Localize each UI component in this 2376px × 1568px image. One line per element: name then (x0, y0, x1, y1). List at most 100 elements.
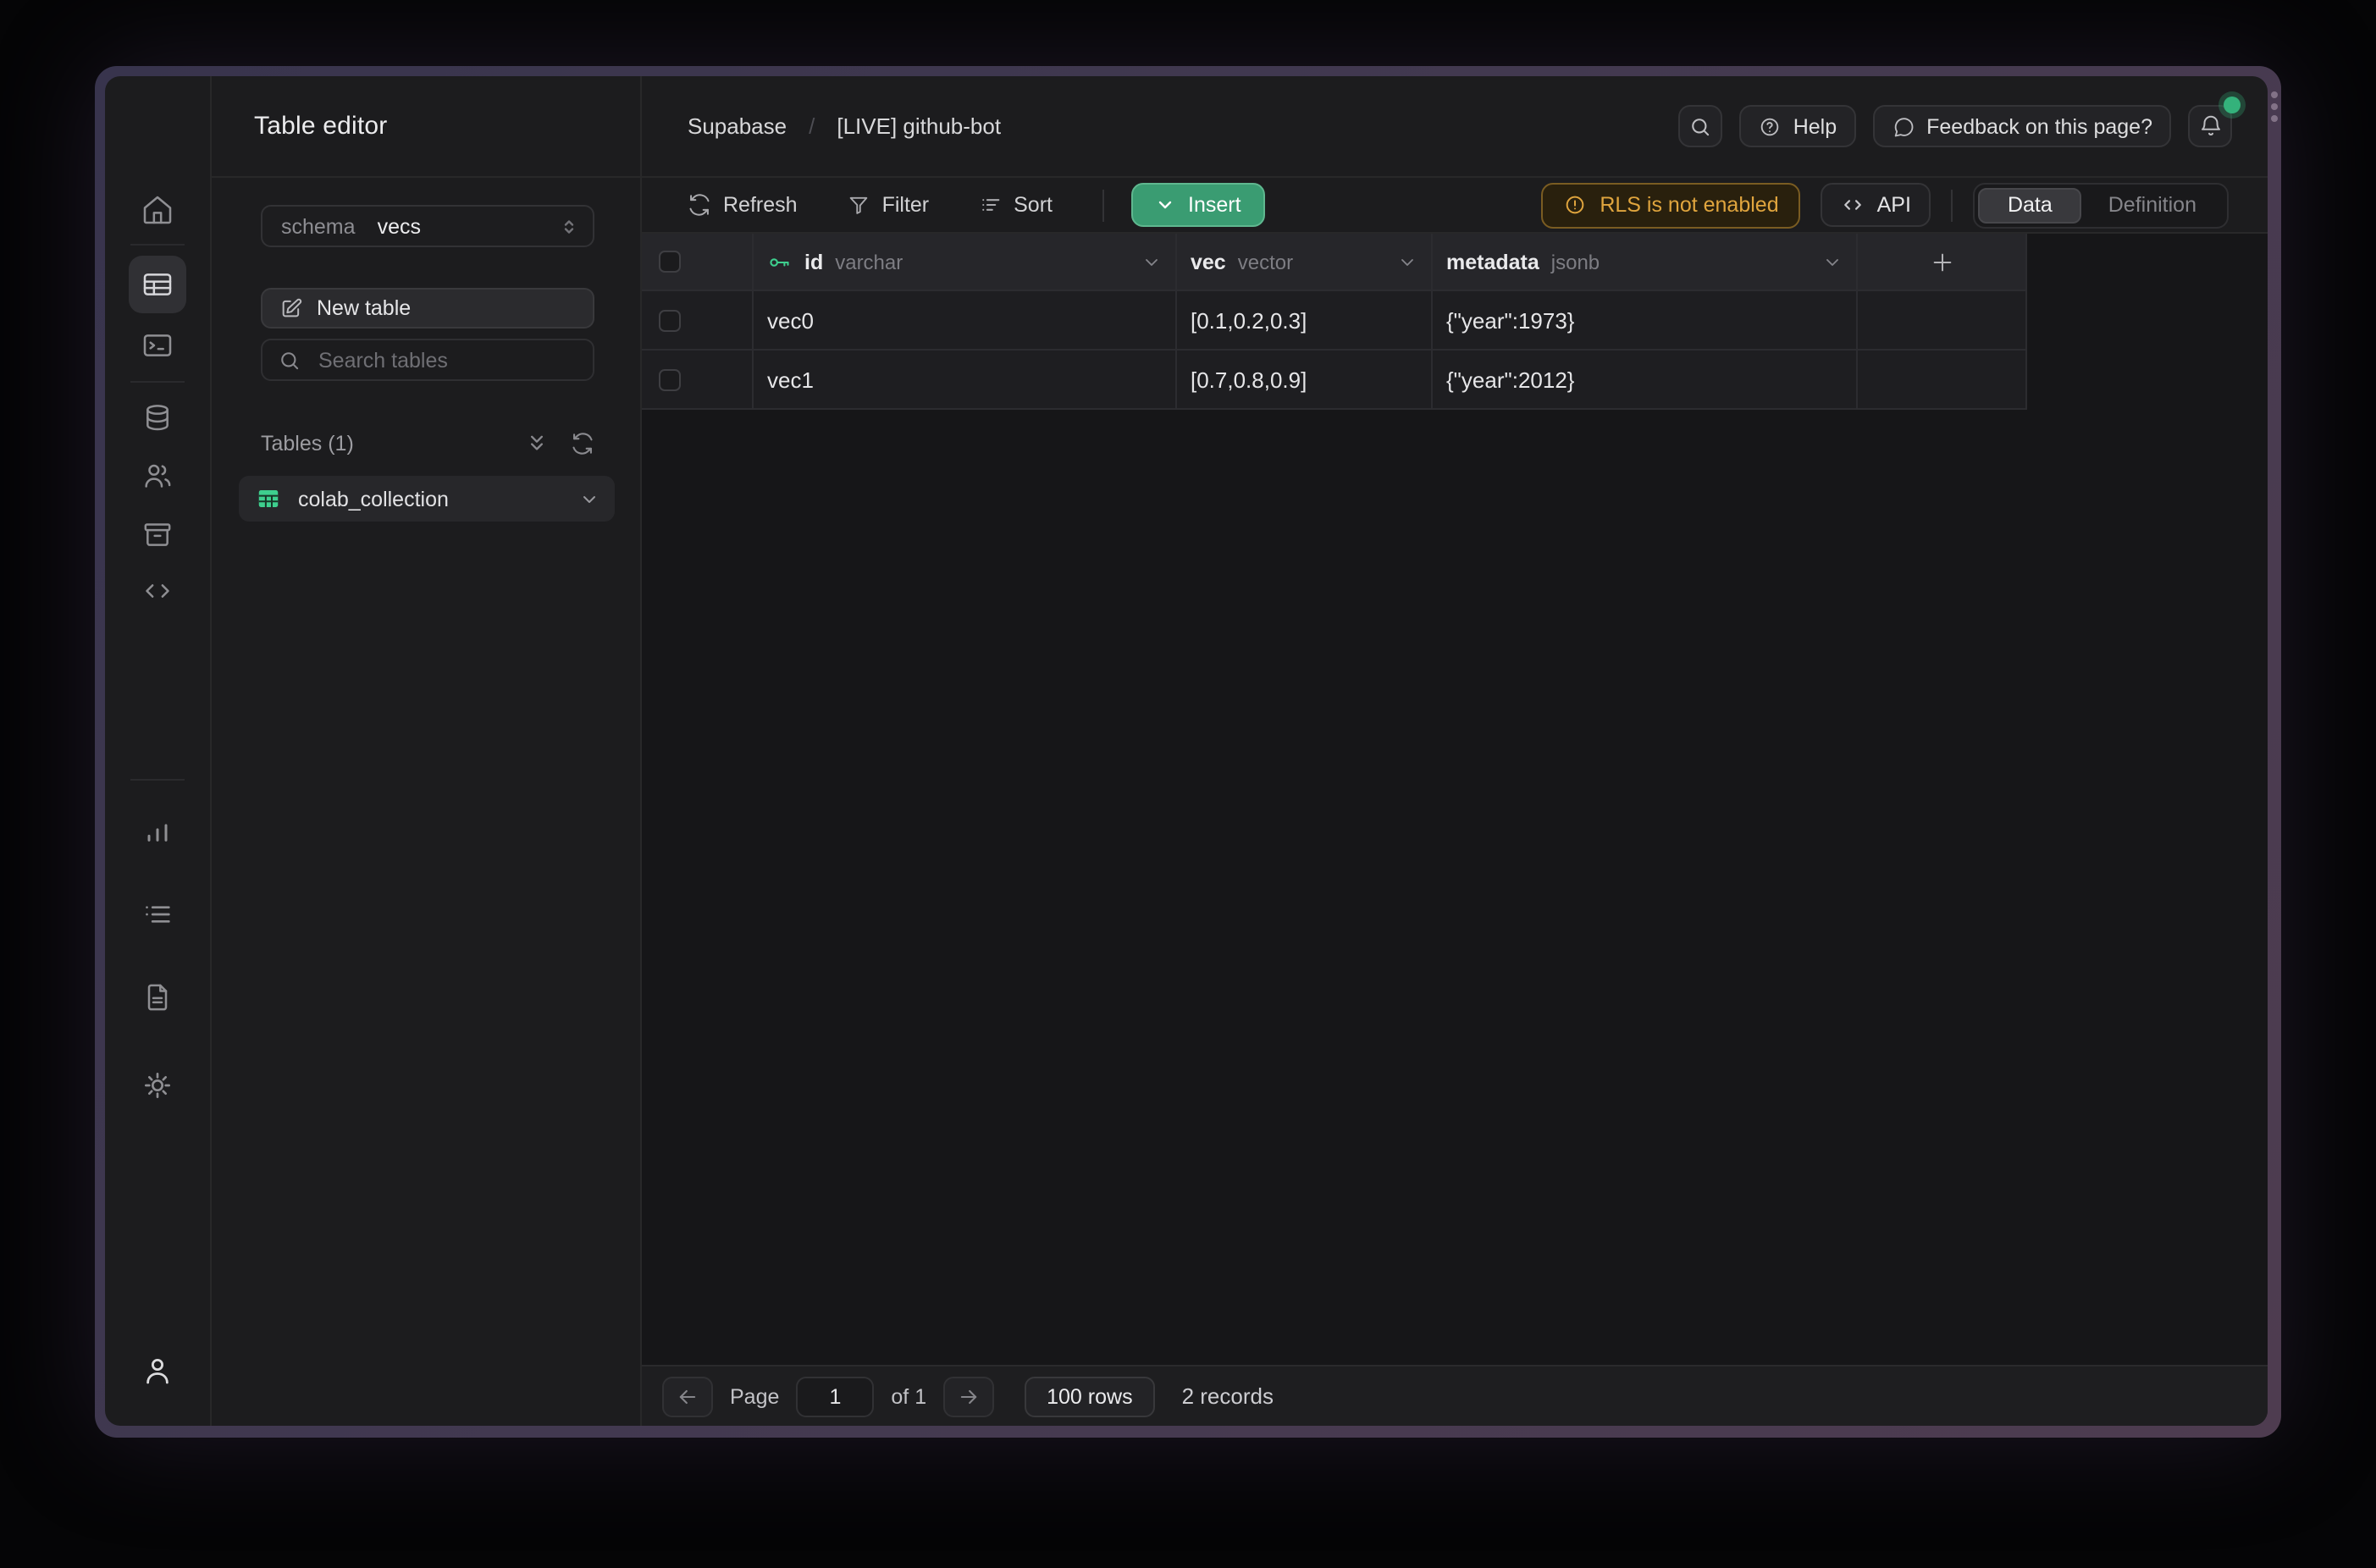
online-status-dot (2224, 97, 2241, 113)
table-row[interactable]: vec0 [0.1,0.2,0.3] {"year":1973} (642, 291, 2027, 351)
refresh-label: Refresh (723, 193, 798, 217)
filter-label: Filter (882, 193, 930, 217)
table-editor-icon[interactable] (129, 256, 186, 313)
refresh-tables-icon[interactable] (571, 432, 594, 455)
cell-vec[interactable]: [0.7,0.8,0.9] (1191, 367, 1307, 392)
new-table-label: New table (317, 296, 411, 320)
sidebar-header: Table editor (212, 76, 640, 178)
insert-button[interactable]: Insert (1130, 183, 1265, 227)
project-settings-icon[interactable] (141, 1068, 174, 1102)
tables-heading: Tables (1) (261, 432, 354, 455)
column-header-vec[interactable]: vec vector (1177, 234, 1433, 291)
reports-icon[interactable] (141, 816, 174, 850)
column-name: vec (1191, 250, 1226, 273)
collapse-all-icon[interactable] (525, 432, 549, 455)
database-icon[interactable] (141, 401, 174, 435)
refresh-button[interactable]: Refresh (688, 193, 798, 217)
main-panel: Supabase / [LIVE] github-bot Help (642, 76, 2268, 1426)
search-tables-field[interactable] (261, 339, 594, 381)
select-all-checkbox[interactable] (659, 251, 681, 273)
page-count-label: of 1 (891, 1384, 926, 1408)
code-icon (1842, 193, 1865, 217)
column-type: varchar (835, 250, 903, 273)
cell-vec[interactable]: [0.1,0.2,0.3] (1191, 307, 1307, 333)
record-count: 2 records (1182, 1383, 1274, 1409)
new-table-button[interactable]: New table (261, 288, 594, 329)
account-avatar-icon[interactable] (140, 1353, 175, 1389)
page-number-input[interactable] (796, 1376, 874, 1416)
schema-selector[interactable]: schema vecs (261, 205, 594, 247)
help-circle-icon (1758, 114, 1782, 138)
add-column-button[interactable] (1858, 234, 2027, 291)
breadcrumb-org[interactable]: Supabase (688, 113, 787, 139)
sort-icon (978, 193, 1002, 217)
rows-per-page-button[interactable]: 100 rows (1025, 1376, 1154, 1416)
feedback-button[interactable]: Feedback on this page? (1872, 105, 2171, 147)
next-page-button[interactable] (943, 1376, 994, 1416)
chevron-down-icon[interactable] (1822, 251, 1843, 272)
sql-editor-icon[interactable] (141, 329, 174, 362)
table-list-item[interactable]: colab_collection (239, 476, 615, 522)
help-button[interactable]: Help (1739, 105, 1855, 147)
notifications-button[interactable] (2188, 105, 2232, 147)
chevron-down-icon[interactable] (1141, 251, 1162, 272)
previous-page-button[interactable] (662, 1376, 713, 1416)
storage-icon[interactable] (141, 518, 174, 552)
plus-icon (1928, 248, 1955, 275)
table-name: colab_collection (298, 487, 449, 511)
cell-metadata[interactable]: {"year":2012} (1446, 367, 1574, 392)
desktop-background: Table editor schema vecs New table (0, 0, 2376, 1568)
tab-data[interactable]: Data (1979, 187, 2081, 223)
pagination-bar: Page of 1 100 rows 2 records (642, 1365, 2268, 1426)
column-header-metadata[interactable]: metadata jsonb (1433, 234, 1858, 291)
column-header-id[interactable]: id varchar (754, 234, 1177, 291)
chevrons-up-down-icon (559, 216, 579, 236)
table-editor-sidebar: Table editor schema vecs New table (212, 76, 642, 1426)
search-icon (278, 348, 301, 372)
arrow-right-icon (957, 1384, 981, 1408)
edit-icon (279, 296, 303, 320)
search-button[interactable] (1678, 105, 1722, 147)
filter-icon (847, 193, 870, 217)
rls-warning-badge[interactable]: RLS is not enabled (1540, 182, 1800, 228)
sort-button[interactable]: Sort (978, 193, 1053, 217)
breadcrumb-project[interactable]: [LIVE] github-bot (837, 113, 1001, 139)
window-handle-dots (2269, 91, 2278, 122)
api-docs-icon[interactable] (141, 980, 174, 1014)
project-header: Supabase / [LIVE] github-bot Help (642, 76, 2268, 178)
logs-icon[interactable] (141, 897, 174, 931)
help-label: Help (1793, 114, 1837, 138)
authentication-icon[interactable] (141, 459, 174, 493)
cell-id[interactable]: vec1 (767, 367, 814, 392)
feedback-label: Feedback on this page? (1926, 114, 2152, 138)
search-icon (1688, 114, 1712, 138)
cell-id[interactable]: vec0 (767, 307, 814, 333)
chevron-down-icon[interactable] (579, 489, 600, 509)
supabase-studio-window: Table editor schema vecs New table (105, 76, 2268, 1426)
alert-circle-icon (1562, 193, 1586, 217)
home-icon[interactable] (141, 193, 174, 227)
app-window-frame: Table editor schema vecs New table (95, 66, 2281, 1438)
grid-header-row: id varchar vec vector metadata (642, 234, 2027, 291)
search-tables-input[interactable] (315, 346, 552, 373)
breadcrumb: Supabase / [LIVE] github-bot (688, 113, 1001, 139)
row-checkbox[interactable] (659, 368, 681, 390)
column-name: metadata (1446, 250, 1539, 273)
breadcrumb-separator: / (809, 113, 815, 139)
schema-value: vecs (378, 214, 421, 238)
grid-toolbar: Refresh Filter Sort Insert (642, 178, 2268, 234)
row-checkbox[interactable] (659, 309, 681, 331)
api-button[interactable]: API (1821, 183, 1931, 227)
rls-warning-label: RLS is not enabled (1600, 193, 1778, 217)
cell-metadata[interactable]: {"year":1973} (1446, 307, 1574, 333)
view-mode-tabs: Data Definition (1974, 182, 2229, 228)
tab-definition[interactable]: Definition (2081, 187, 2224, 223)
toolbar-divider (1952, 189, 1953, 221)
filter-button[interactable]: Filter (847, 193, 930, 217)
insert-label: Insert (1188, 193, 1241, 217)
chevron-down-icon[interactable] (1397, 251, 1417, 272)
schema-label: schema (281, 214, 356, 238)
nav-rail (105, 76, 212, 1426)
edge-functions-icon[interactable] (141, 574, 174, 608)
table-row[interactable]: vec1 [0.7,0.8,0.9] {"year":2012} (642, 351, 2027, 410)
